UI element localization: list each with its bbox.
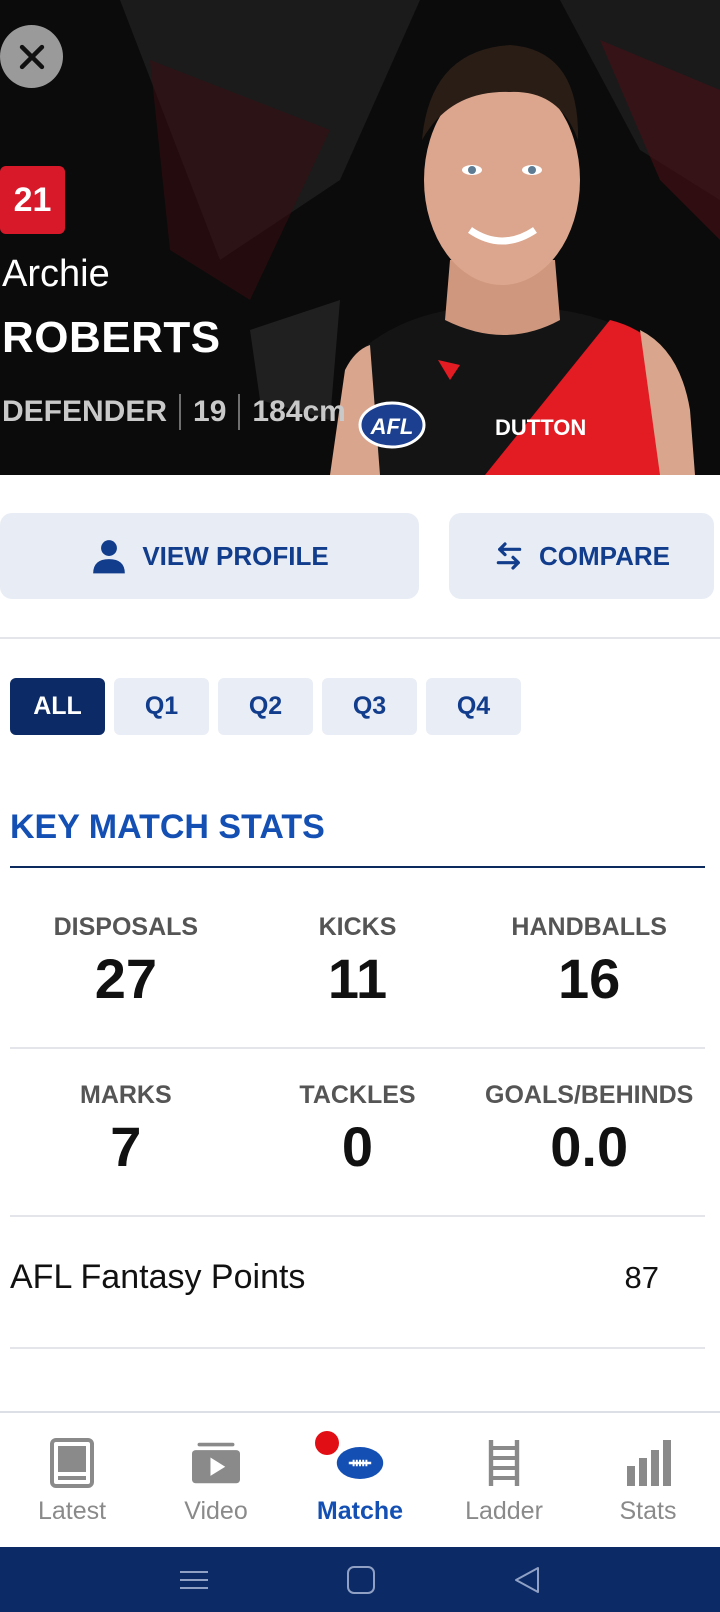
meta-divider [238, 394, 241, 430]
nav-stats[interactable]: Stats [576, 1413, 720, 1547]
player-height: 184cm [252, 395, 346, 428]
nav-label: Stats [619, 1497, 677, 1525]
player-first-name: Archie [2, 253, 110, 295]
key-stats-title: KEY MATCH STATS [10, 808, 325, 846]
nav-video[interactable]: Video [144, 1413, 288, 1547]
view-profile-label: VIEW PROFILE [142, 540, 329, 571]
player-position: DEFENDER [2, 395, 168, 428]
player-meta: DEFENDER 19 184cm [2, 394, 346, 430]
tab-q4[interactable]: Q4 [426, 678, 521, 735]
stat-disposals: DISPOSALS 27 [10, 913, 242, 1011]
divider [10, 1215, 705, 1217]
person-icon [90, 537, 128, 575]
player-hero: AFL DUTTON 21 Archie ROBERTS DEFENDER 19… [0, 0, 720, 475]
news-icon [48, 1438, 96, 1488]
view-profile-button[interactable]: VIEW PROFILE [0, 513, 419, 599]
nav-label: Matche [316, 1497, 404, 1525]
ladder-icon [480, 1439, 528, 1487]
bar-chart-icon [624, 1439, 672, 1487]
afl-logo-text: AFL [370, 414, 414, 439]
jersey-sponsor-text: DUTTON [495, 415, 586, 440]
tab-q1[interactable]: Q1 [114, 678, 209, 735]
stat-label: HANDBALLS [511, 913, 667, 941]
stat-value: 0 [341, 1115, 374, 1178]
jersey-number-badge: 21 [0, 166, 65, 234]
system-nav-bar [0, 1547, 720, 1612]
divider [10, 1347, 705, 1349]
nav-latest[interactable]: Latest [0, 1413, 144, 1547]
stat-label: MARKS [80, 1081, 172, 1109]
bottom-nav: Latest Video Matche Ladder Stats [0, 1411, 720, 1547]
notification-dot [315, 1431, 339, 1455]
video-play-icon [192, 1439, 240, 1487]
fantasy-points-row: AFL Fantasy Points 87 [10, 1258, 705, 1297]
football-icon [336, 1439, 384, 1487]
tab-all[interactable]: ALL [10, 678, 105, 735]
menu-icon[interactable] [178, 1568, 210, 1592]
stat-value: 27 [94, 947, 157, 1010]
divider [0, 637, 720, 639]
stat-label: TACKLES [299, 1081, 416, 1109]
nav-label: Ladder [465, 1497, 543, 1525]
stat-label: DISPOSALS [53, 913, 199, 941]
compare-button[interactable]: COMPARE [449, 513, 714, 599]
stat-value: 0.0 [550, 1115, 629, 1178]
stat-label: GOALS/BEHINDS [485, 1081, 694, 1109]
player-last-name: ROBERTS [2, 313, 221, 362]
player-photo: AFL DUTTON [330, 45, 695, 475]
title-underline [10, 866, 705, 868]
stats-row: MARKS 7 TACKLES 0 GOALS/BEHINDS 0.0 [10, 1081, 705, 1179]
fantasy-points-label: AFL Fantasy Points [10, 1258, 306, 1296]
divider [10, 1047, 705, 1049]
fantasy-points-value: 87 [624, 1259, 659, 1295]
compare-label: COMPARE [539, 540, 670, 571]
stat-value: 16 [558, 947, 621, 1010]
close-button[interactable] [0, 25, 63, 88]
close-icon [19, 44, 44, 69]
stat-goals-behinds: GOALS/BEHINDS 0.0 [473, 1081, 705, 1179]
stat-kicks: KICKS 11 [242, 913, 474, 1011]
swap-arrows-icon [493, 540, 525, 572]
back-icon[interactable] [512, 1565, 542, 1595]
stat-marks: MARKS 7 [10, 1081, 242, 1179]
nav-label: Latest [37, 1497, 107, 1525]
tab-q3[interactable]: Q3 [322, 678, 417, 735]
nav-matches[interactable]: Matche [288, 1413, 432, 1547]
action-buttons: VIEW PROFILE COMPARE [0, 513, 720, 599]
stat-label: KICKS [318, 913, 397, 941]
nav-label: Video [184, 1497, 248, 1525]
stat-handballs: HANDBALLS 16 [473, 913, 705, 1011]
stat-value: 7 [110, 1115, 142, 1178]
player-age: 19 [193, 395, 227, 428]
meta-divider [179, 394, 182, 430]
stats-row: DISPOSALS 27 KICKS 11 HANDBALLS 16 [10, 913, 705, 1011]
nav-ladder[interactable]: Ladder [432, 1413, 576, 1547]
stat-value: 11 [327, 947, 388, 1010]
stat-tackles: TACKLES 0 [242, 1081, 474, 1179]
quarter-tabs: ALL Q1 Q2 Q3 Q4 [10, 678, 530, 735]
tab-q2[interactable]: Q2 [218, 678, 313, 735]
home-icon[interactable] [346, 1565, 376, 1595]
